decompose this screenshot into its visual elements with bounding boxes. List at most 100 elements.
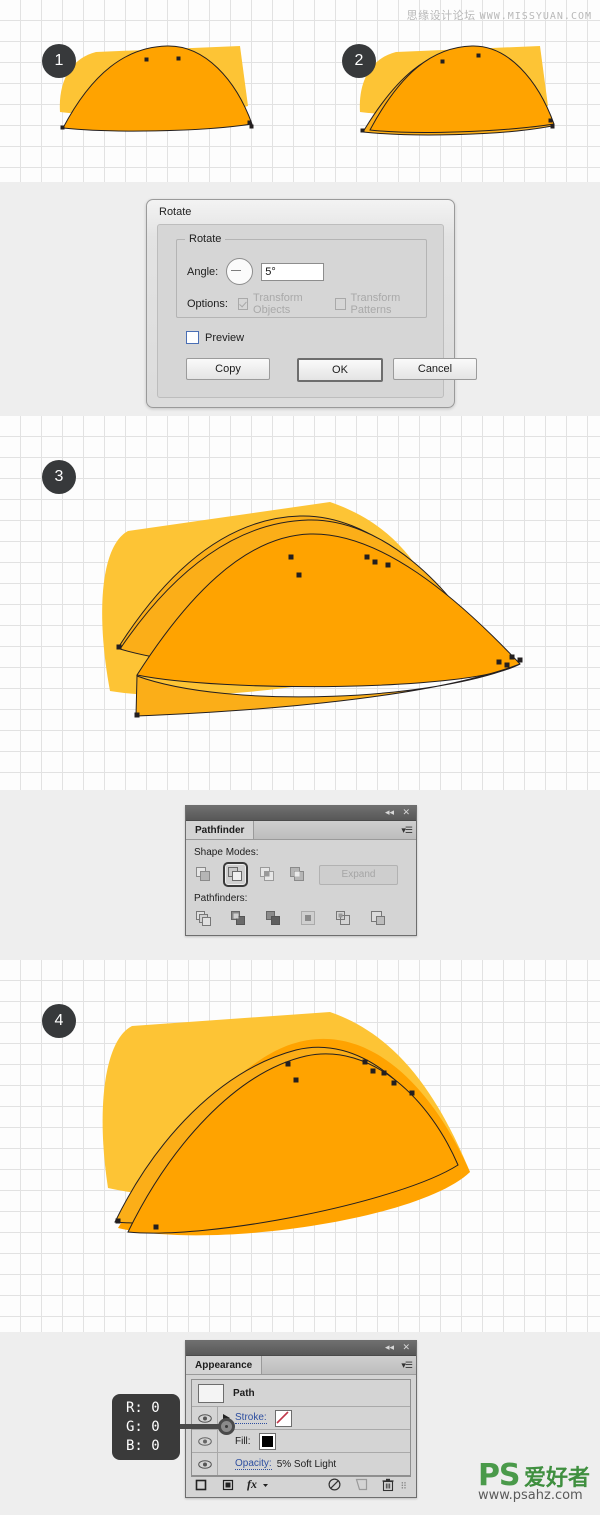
crop-icon	[301, 911, 315, 925]
panel-titlebar: ◂◂ ✕	[186, 1341, 416, 1356]
shape-mode-unite-button[interactable]	[193, 864, 214, 885]
callout-connector-dot	[218, 1418, 235, 1435]
top-watermark: 思缘设计论坛 WWW.MISSYUAN.COM	[407, 7, 592, 23]
shape-mode-exclude-button[interactable]	[287, 864, 308, 885]
cancel-button[interactable]: Cancel	[393, 358, 477, 380]
tab-pathfinder[interactable]: Pathfinder	[186, 821, 255, 839]
canvas-step-4: 4	[0, 960, 600, 1332]
step-badge-label: 4	[54, 1012, 64, 1029]
add-new-fill-button[interactable]	[222, 1479, 234, 1494]
duplicate-item-button[interactable]	[355, 1478, 368, 1494]
intersect-icon	[260, 867, 274, 881]
svg-text:fx: fx	[247, 1477, 257, 1491]
artwork-step-4	[102, 1012, 470, 1236]
pathfinder-divide-button[interactable]	[193, 908, 214, 929]
transform-patterns-checkbox[interactable]: Transform Patterns	[335, 292, 426, 316]
step1-artwork	[59, 45, 254, 132]
stroke-label: Stroke:	[235, 1412, 267, 1424]
eye-icon	[197, 1459, 212, 1469]
divide-icon	[196, 911, 211, 926]
close-icon[interactable]: ✕	[402, 807, 410, 819]
none-slash-icon	[276, 1410, 289, 1424]
add-new-stroke-button[interactable]	[195, 1479, 207, 1494]
pathfinder-merge-button[interactable]	[263, 908, 284, 929]
panel-tabbar: Appearance ▾☰	[186, 1356, 416, 1375]
resize-grip-icon[interactable]: ⠿	[400, 1481, 407, 1492]
appearance-body: Path Stroke: Fill: Opacity: 5% Soft Ligh…	[186, 1375, 416, 1497]
transform-objects-checkbox[interactable]: Transform Objects	[237, 292, 326, 316]
collapse-icon[interactable]: ◂◂	[385, 1342, 394, 1354]
visibility-toggle[interactable]	[192, 1453, 218, 1475]
artwork-step-3	[102, 502, 523, 718]
rotate-fieldset: Rotate Angle: 5° Options: Transform Obje…	[176, 233, 427, 318]
fill-swatch[interactable]	[258, 1432, 276, 1450]
checkbox-icon	[335, 298, 346, 310]
fx-icon: fx	[247, 1477, 268, 1491]
collapse-icon[interactable]: ◂◂	[385, 807, 394, 819]
angle-dial[interactable]	[226, 258, 254, 285]
appearance-row-path[interactable]: Path	[192, 1380, 410, 1407]
stroke-swatch[interactable]	[274, 1409, 292, 1427]
dialog-button-row: Copy OK Cancel	[186, 358, 477, 382]
checkbox-icon	[237, 298, 249, 310]
appearance-footer-toolbar: fx ⠿	[191, 1476, 411, 1495]
tab-appearance[interactable]: Appearance	[186, 1356, 263, 1374]
delete-item-button[interactable]	[382, 1478, 394, 1495]
appearance-row-opacity[interactable]: Opacity: 5% Soft Light	[192, 1453, 410, 1475]
pathfinder-panel[interactable]: ◂◂ ✕ Pathfinder ▾☰ Shape Modes: Expand P…	[185, 805, 417, 936]
angle-label: Angle:	[187, 265, 219, 278]
canvas-step-3: 3	[0, 416, 600, 790]
step-badge-3: 3	[42, 460, 76, 494]
pathfinder-crop-button[interactable]	[298, 908, 319, 929]
expand-button[interactable]: Expand	[319, 864, 398, 885]
merge-icon	[266, 911, 280, 925]
panel-menu-icon[interactable]: ▾☰	[401, 1360, 413, 1371]
shape-mode-minus-front-button[interactable]	[223, 862, 248, 887]
transform-patterns-label: Transform Patterns	[350, 292, 401, 316]
dialog-title: Rotate	[159, 206, 192, 218]
rotate-dialog[interactable]: Rotate Rotate Angle: 5° Options: Transfo…	[146, 199, 477, 408]
watermark-url-text: www.psahz.com	[477, 1488, 583, 1503]
pathfinder-trim-button[interactable]	[228, 908, 249, 929]
rgb-color-callout: R: 0 G: 0 B: 0	[112, 1394, 180, 1460]
fill-label: Fill:	[235, 1435, 251, 1447]
rgb-green-value: G: 0	[126, 1418, 160, 1435]
pathfinder-minus-back-button[interactable]	[368, 908, 389, 929]
watermark-cn-text: 思缘设计论坛	[406, 9, 476, 22]
watermark-url-text: WWW.MISSYUAN.COM	[479, 11, 592, 22]
add-effect-button[interactable]: fx	[247, 1477, 269, 1496]
preview-label: Preview	[205, 331, 245, 344]
pathfinders-row	[193, 908, 409, 929]
appearance-panel[interactable]: ◂◂ ✕ Appearance ▾☰ Path Stroke: Fill: Op…	[185, 1340, 417, 1498]
options-row: Options: Transform Objects Transform Pat…	[187, 292, 426, 316]
unite-icon	[196, 867, 210, 881]
minus-front-icon	[228, 867, 242, 881]
trim-icon	[231, 911, 245, 925]
panel-menu-icon[interactable]: ▾☰	[401, 825, 413, 836]
opacity-label[interactable]: Opacity:	[235, 1458, 272, 1470]
step-badge-label: 1	[54, 52, 64, 69]
step-badge-1: 1	[42, 44, 76, 78]
fieldset-legend: Rotate	[185, 233, 226, 245]
angle-input[interactable]: 5°	[261, 262, 325, 281]
bottom-watermark: PS 爱好者 www.psahz.com	[477, 1460, 590, 1504]
step-badge-label: 2	[354, 52, 364, 69]
trash-icon	[382, 1478, 394, 1491]
eye-icon	[197, 1436, 212, 1446]
step2-artwork	[359, 45, 555, 136]
step-badge-4: 4	[42, 1004, 76, 1038]
copy-button[interactable]: Copy	[186, 358, 270, 380]
ok-button[interactable]: OK	[297, 358, 383, 382]
shape-mode-intersect-button[interactable]	[257, 864, 278, 885]
canvas-steps-1-2: 1 2 思缘设计论坛 WWW.MISSYUAN.COM	[0, 0, 600, 182]
preview-checkbox[interactable]: Preview	[186, 331, 244, 344]
rgb-blue-value: B: 0	[126, 1437, 160, 1454]
minus-back-icon	[371, 911, 385, 925]
panel-tabbar: Pathfinder ▾☰	[186, 821, 416, 840]
path-thumbnail	[198, 1383, 224, 1403]
close-icon[interactable]: ✕	[402, 1342, 410, 1354]
visibility-toggle[interactable]	[192, 1430, 218, 1452]
clear-appearance-button[interactable]	[328, 1478, 341, 1494]
pathfinder-outline-button[interactable]	[333, 908, 354, 929]
shape-modes-row: Expand	[193, 862, 409, 887]
